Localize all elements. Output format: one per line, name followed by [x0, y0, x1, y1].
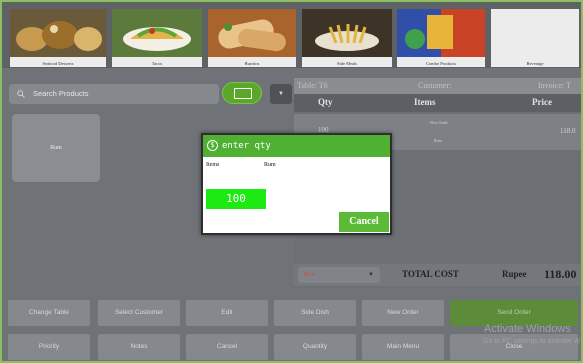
- category-label: Burritos: [244, 61, 260, 66]
- enter-qty-dialog: $ enter qty Items Rum 100 Cancel: [201, 133, 392, 235]
- activate-windows-subtitle: Go to PC settings to activate W: [483, 338, 581, 345]
- dialog-title: enter qty: [222, 141, 271, 151]
- total-cost-value: 118.00: [544, 267, 577, 281]
- row-price: 118.0: [560, 127, 576, 135]
- column-items: Items: [414, 97, 436, 107]
- customer-label[interactable]: Customer:: [418, 81, 451, 90]
- row-item-status: New Order: [430, 120, 448, 125]
- button-label: New Order: [387, 309, 419, 316]
- column-price: Price: [532, 97, 552, 107]
- category-tile-side-meals[interactable]: Side Meals: [302, 9, 392, 67]
- button-label: Side Dish: [301, 309, 329, 316]
- change-table-button[interactable]: Change Table: [8, 300, 90, 326]
- order-info-bar: Table: T6 Customer: Invoice: T: [294, 78, 581, 94]
- product-label: Rum: [50, 145, 62, 151]
- cancel-order-button[interactable]: Cancel: [186, 334, 268, 360]
- order-total-bar: Rum ▼ TOTAL COST Rupee 118.00: [294, 264, 581, 286]
- currency-label: Rupee: [502, 269, 527, 279]
- button-label: Change Table: [29, 309, 69, 316]
- search-icon: [17, 90, 25, 98]
- activate-windows-watermark: Activate Windows: [484, 323, 571, 335]
- new-order-button[interactable]: New Order: [362, 300, 444, 326]
- notes-button[interactable]: Notes: [98, 334, 180, 360]
- side-dish-button[interactable]: Side Dish: [274, 300, 356, 326]
- edit-button[interactable]: Edit: [186, 300, 268, 326]
- button-label: Edit: [221, 309, 233, 316]
- priority-button[interactable]: Priority: [8, 334, 90, 360]
- button-label: Quantity: [302, 343, 328, 350]
- main-menu-button[interactable]: Main Menu: [362, 334, 444, 360]
- category-strip: Seafood Desserts Tacos Burritos Side Mea…: [2, 2, 581, 68]
- items-label: Items: [206, 162, 220, 168]
- search-placeholder: Search Products: [33, 89, 89, 98]
- category-label: Seafood Desserts: [42, 61, 74, 66]
- product-tile-rum[interactable]: Rum: [12, 114, 100, 182]
- button-label: Notes: [130, 343, 148, 350]
- category-tile-combo-products[interactable]: Combo Products: [397, 9, 485, 67]
- beverage-placeholder-icon: [491, 9, 579, 57]
- chevron-down-icon: ▼: [278, 91, 284, 97]
- cancel-button[interactable]: Cancel: [339, 212, 389, 232]
- seafood-dessert-photo-icon: [10, 9, 106, 57]
- button-label: Send Order: [497, 309, 531, 316]
- quantity-button[interactable]: Quantity: [274, 334, 356, 360]
- button-label: Select Customer: [114, 309, 164, 316]
- button-label: Cancel: [216, 343, 238, 350]
- column-qty: Qty: [318, 97, 333, 107]
- invoice-label: Invoice: T: [538, 81, 571, 90]
- category-tile-seafood-desserts[interactable]: Seafood Desserts: [10, 9, 106, 67]
- keyboard-button[interactable]: [222, 82, 262, 104]
- button-label: Main Menu: [386, 343, 420, 350]
- dialog-header: $ enter qty: [203, 135, 390, 157]
- filter-dropdown-button[interactable]: ▼: [270, 84, 292, 104]
- quantity-input[interactable]: 100: [206, 189, 266, 209]
- side-meals-photo-icon: [302, 9, 392, 57]
- keyboard-icon: [234, 88, 252, 99]
- category-label: Beverage: [526, 61, 544, 66]
- item-name: Rum: [264, 162, 276, 168]
- dollar-circle-icon: $: [207, 140, 218, 151]
- chevron-down-icon: ▼: [368, 272, 374, 278]
- burritos-photo-icon: [208, 9, 296, 57]
- select-value: Rum: [304, 272, 315, 278]
- total-cost-label: TOTAL COST: [402, 269, 459, 279]
- app-window: Seafood Desserts Tacos Burritos Side Mea…: [2, 2, 581, 361]
- category-label: Combo Products: [425, 61, 457, 66]
- category-label: Tacos: [151, 61, 163, 66]
- button-label: Priority: [38, 343, 60, 350]
- tacos-photo-icon: [112, 9, 202, 57]
- combo-products-photo-icon: [397, 9, 485, 57]
- order-status-select[interactable]: Rum ▼: [298, 267, 380, 283]
- table-label: Table: T6: [297, 81, 328, 90]
- order-table-header: Qty Items Price: [294, 94, 581, 112]
- category-tile-beverage[interactable]: Beverage: [491, 9, 579, 67]
- category-tile-burritos[interactable]: Burritos: [208, 9, 296, 67]
- row-item-name: Rum: [434, 138, 442, 143]
- select-customer-button[interactable]: Select Customer: [98, 300, 180, 326]
- category-label: Side Meals: [336, 61, 358, 66]
- category-tile-tacos[interactable]: Tacos: [112, 9, 202, 67]
- search-input[interactable]: Search Products: [9, 84, 219, 104]
